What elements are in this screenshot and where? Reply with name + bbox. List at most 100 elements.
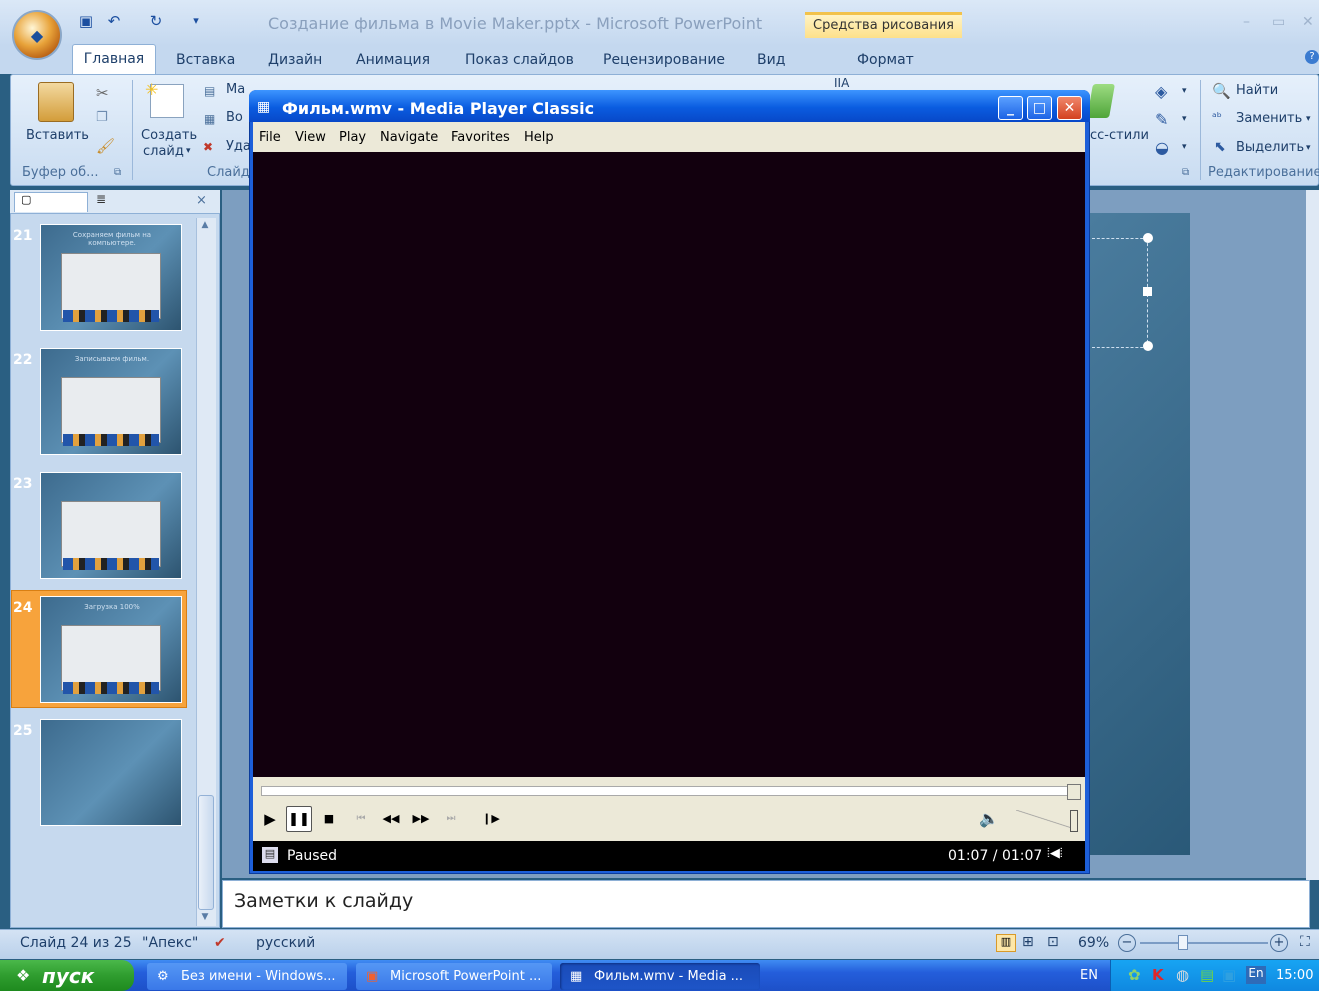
language-bar[interactable]: EN: [1080, 968, 1098, 983]
video-area[interactable]: [253, 152, 1085, 777]
tray-display-icon[interactable]: ▣: [1222, 966, 1236, 984]
tab-view[interactable]: Вид: [757, 50, 785, 74]
seek-thumb[interactable]: [1067, 784, 1081, 800]
menu-view[interactable]: View: [295, 130, 326, 145]
delete-button[interactable]: Уда: [226, 139, 251, 154]
slide-thumbnail[interactable]: Записываем фильм.: [40, 348, 182, 455]
restore-icon[interactable]: ▭: [1272, 14, 1285, 30]
find-button[interactable]: Найти: [1236, 83, 1278, 98]
tray-monitor-icon[interactable]: ▤: [1200, 966, 1214, 984]
cut-icon[interactable]: ✂: [96, 84, 109, 102]
language-indicator[interactable]: русский: [256, 935, 315, 951]
taskbar-item-moviemaker[interactable]: ⚙ Без имени - Windows...: [147, 963, 347, 990]
menu-play[interactable]: Play: [339, 130, 366, 145]
slide-thumbnail[interactable]: [40, 719, 182, 826]
tab-home[interactable]: Главная: [72, 44, 156, 74]
sorter-view-icon[interactable]: ⊞: [1022, 934, 1034, 950]
redo-icon[interactable]: ↻: [146, 11, 166, 31]
fit-slide-icon[interactable]: ⛶: [1300, 934, 1310, 950]
zoom-slider[interactable]: [1140, 942, 1268, 944]
next-chapter-icon[interactable]: ⏭: [438, 806, 464, 832]
slide-thumbnail[interactable]: [40, 472, 182, 579]
format-painter-icon[interactable]: 🖌: [96, 137, 115, 155]
slideshow-view-icon[interactable]: ⊡: [1047, 934, 1059, 950]
menu-navigate[interactable]: Navigate: [380, 130, 438, 145]
slides-tab-icon[interactable]: ▢: [14, 192, 88, 212]
layout-icon[interactable]: ▤: [204, 84, 215, 98]
network-icon[interactable]: ✿: [1128, 966, 1141, 984]
effects-dropdown-icon[interactable]: ▾: [1182, 142, 1187, 152]
drawing-dialog-launcher-icon[interactable]: ⧉: [1182, 167, 1189, 178]
tab-insert[interactable]: Вставка: [176, 50, 235, 74]
reset-button[interactable]: Во: [226, 110, 243, 125]
shape-outline-icon[interactable]: ✎: [1155, 110, 1168, 129]
fill-dropdown-icon[interactable]: ▾: [1182, 86, 1187, 96]
spellcheck-icon[interactable]: ✔: [214, 935, 226, 951]
rewind-icon[interactable]: ◀◀: [378, 806, 404, 832]
new-slide-label-2[interactable]: слайд: [143, 144, 184, 159]
close-panel-icon[interactable]: ×: [196, 193, 207, 208]
office-button[interactable]: ◆: [12, 10, 62, 60]
minimize-icon[interactable]: –: [1243, 14, 1250, 30]
scroll-thumb[interactable]: [198, 795, 214, 910]
tab-slideshow[interactable]: Показ слайдов: [465, 50, 574, 74]
outline-dropdown-icon[interactable]: ▾: [1182, 114, 1187, 124]
replace-button[interactable]: Заменить: [1236, 111, 1302, 126]
quick-styles-button[interactable]: сс-стили: [1090, 128, 1149, 143]
mpc-minimize-button[interactable]: _: [998, 96, 1023, 120]
play-button[interactable]: ▶: [257, 806, 283, 832]
zoom-out-icon[interactable]: −: [1118, 934, 1136, 952]
frame-step-icon[interactable]: ❙▶: [478, 806, 504, 832]
normal-view-icon[interactable]: ▥: [996, 934, 1016, 952]
prev-chapter-icon[interactable]: ⏮: [348, 806, 374, 832]
taskbar-item-powerpoint[interactable]: ▣ Microsoft PowerPoint ...: [356, 963, 552, 990]
menu-favorites[interactable]: Favorites: [451, 130, 510, 145]
new-slide-label-1[interactable]: Создать: [141, 128, 197, 143]
mpc-app-icon[interactable]: ▦: [257, 99, 270, 115]
time-display[interactable]: 01:07 / 01:07: [948, 848, 1042, 864]
tray-app-icon[interactable]: ◍: [1176, 966, 1189, 984]
save-icon[interactable]: ▣: [76, 11, 96, 31]
tab-format[interactable]: Формат: [857, 50, 914, 74]
new-slide-dropdown-icon[interactable]: ▾: [186, 146, 191, 156]
mpc-maximize-button[interactable]: □: [1027, 96, 1052, 120]
replace-dropdown-icon[interactable]: ▾: [1306, 114, 1311, 124]
stop-button[interactable]: ■: [316, 806, 342, 832]
resize-handle[interactable]: [1143, 287, 1152, 296]
shape-fill-icon[interactable]: ◈: [1155, 82, 1167, 101]
taskbar-item-mpc[interactable]: ▦ Фильм.wmv - Media ...: [560, 963, 760, 990]
undo-icon[interactable]: ↶: [104, 11, 124, 31]
slide-thumbnail[interactable]: Сохраняем фильм на компьютере.: [40, 224, 182, 331]
input-language-indicator[interactable]: En: [1246, 966, 1266, 984]
copy-icon[interactable]: ❐: [96, 110, 108, 125]
qat-dropdown-icon[interactable]: ▾: [186, 11, 206, 31]
select-button[interactable]: Выделить: [1236, 140, 1304, 155]
mpc-close-button[interactable]: ✕: [1057, 96, 1082, 120]
menu-help[interactable]: Help: [524, 130, 554, 145]
paste-button[interactable]: Вставить: [26, 128, 89, 143]
editor-scrollbar[interactable]: [1306, 190, 1319, 880]
select-dropdown-icon[interactable]: ▾: [1306, 143, 1311, 153]
volume-slider[interactable]: [1016, 810, 1078, 830]
layout-button[interactable]: Ма: [226, 82, 245, 97]
tab-design[interactable]: Дизайн: [268, 50, 322, 74]
volume-icon[interactable]: 🔈: [976, 806, 1002, 832]
slide-thumbnail-selected[interactable]: Загрузка 100%: [40, 596, 182, 703]
help-icon[interactable]: ?: [1305, 50, 1319, 64]
seek-bar[interactable]: [261, 786, 1074, 796]
fast-forward-icon[interactable]: ▶▶: [408, 806, 434, 832]
shape-effects-icon[interactable]: ◒: [1155, 138, 1169, 157]
pause-button[interactable]: ❚❚: [286, 806, 312, 832]
scroll-up-icon[interactable]: ▲: [198, 220, 212, 232]
delete-icon[interactable]: ✖: [203, 140, 213, 154]
tab-animation[interactable]: Анимация: [356, 50, 430, 74]
tab-review[interactable]: Рецензирование: [603, 50, 725, 74]
reset-icon[interactable]: ▦: [204, 112, 215, 126]
paste-icon[interactable]: [38, 82, 74, 122]
scroll-down-icon[interactable]: ▼: [198, 912, 212, 924]
start-button[interactable]: ❖ пуск: [0, 960, 134, 991]
close-icon[interactable]: ✕: [1302, 14, 1314, 30]
zoom-level[interactable]: 69%: [1078, 935, 1109, 951]
resize-handle[interactable]: [1143, 233, 1153, 243]
antivirus-icon[interactable]: K: [1152, 966, 1164, 984]
